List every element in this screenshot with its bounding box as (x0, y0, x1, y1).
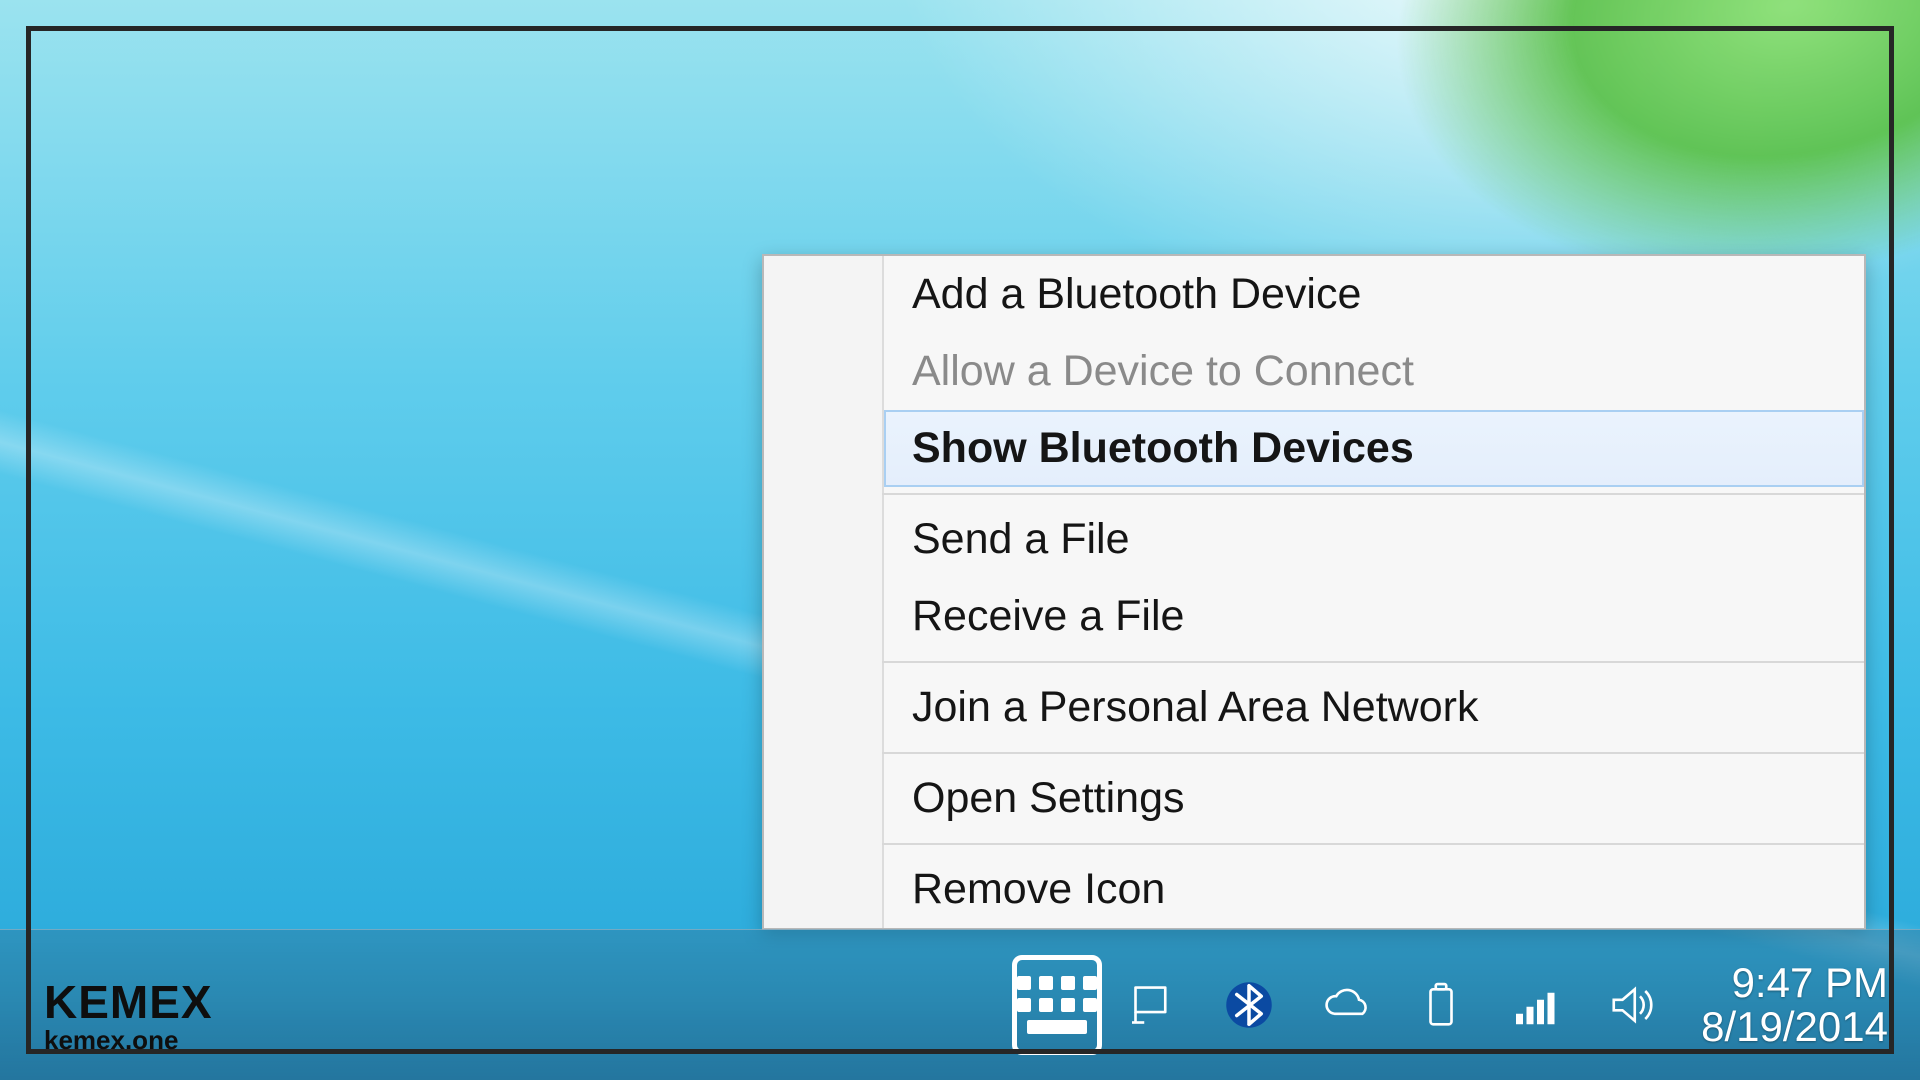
menu-item-send-a-file[interactable]: Send a File (884, 501, 1864, 578)
keyboard-icon (1012, 955, 1102, 1055)
menu-item-join-pan[interactable]: Join a Personal Area Network (884, 669, 1864, 746)
bluetooth-context-menu: Add a Bluetooth Device Allow a Device to… (762, 254, 1866, 930)
menu-item-allow-device-to-connect: Allow a Device to Connect (884, 333, 1864, 410)
touch-keyboard-button[interactable] (1023, 971, 1091, 1039)
network-signal-icon[interactable] (1503, 971, 1571, 1039)
menu-item-remove-icon[interactable]: Remove Icon (884, 851, 1864, 928)
system-tray: 9:47 PM 8/19/2014 (1023, 961, 1920, 1049)
tray-time: 9:47 PM (1701, 961, 1888, 1005)
taskbar: 9:47 PM 8/19/2014 (0, 929, 1920, 1080)
menu-icon-strip (764, 256, 884, 928)
onedrive-icon[interactable] (1311, 971, 1379, 1039)
action-center-icon[interactable] (1119, 971, 1187, 1039)
menu-separator (882, 843, 1864, 845)
menu-separator (882, 752, 1864, 754)
menu-item-receive-a-file[interactable]: Receive a File (884, 578, 1864, 655)
menu-item-add-bluetooth-device[interactable]: Add a Bluetooth Device (884, 256, 1864, 333)
menu-separator (882, 493, 1864, 495)
tray-date: 8/19/2014 (1701, 1005, 1888, 1049)
bluetooth-icon[interactable] (1215, 971, 1283, 1039)
menu-item-open-settings[interactable]: Open Settings (884, 760, 1864, 837)
volume-icon[interactable] (1599, 971, 1667, 1039)
menu-item-show-bluetooth-devices[interactable]: Show Bluetooth Devices (884, 410, 1864, 487)
menu-items: Add a Bluetooth Device Allow a Device to… (884, 256, 1864, 928)
battery-icon[interactable] (1407, 971, 1475, 1039)
tray-clock[interactable]: 9:47 PM 8/19/2014 (1695, 961, 1902, 1049)
menu-separator (882, 661, 1864, 663)
